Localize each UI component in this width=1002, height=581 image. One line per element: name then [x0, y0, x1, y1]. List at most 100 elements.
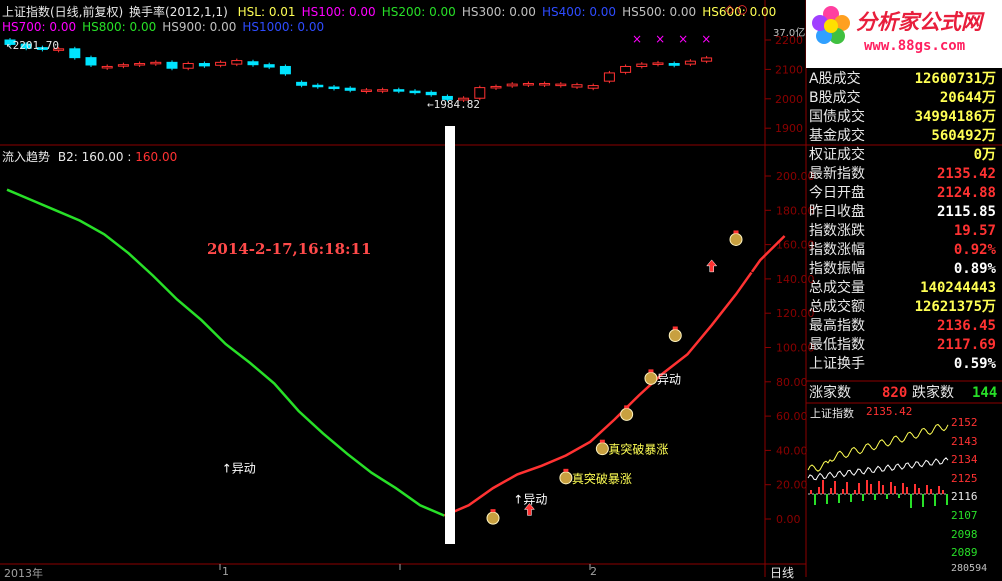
candle-body — [69, 48, 81, 59]
candle-body — [668, 63, 680, 66]
indicator-title: 流入趋势 — [2, 150, 51, 164]
mini-avg-line — [807, 423, 949, 472]
candle-body — [652, 62, 664, 65]
candle-body — [522, 83, 534, 86]
mini-bar — [842, 489, 844, 494]
logo-title: 分析家公式网 — [856, 10, 982, 34]
quote-label: 指数振幅 — [809, 261, 865, 277]
mini-axis-label: 2098 — [951, 527, 978, 541]
money-bag-icon — [729, 230, 743, 246]
x-marker: × — [678, 32, 689, 46]
quote-label: 昨日收盘 — [809, 204, 865, 220]
quote-value: 2117.69 — [936, 337, 996, 353]
candle-body — [101, 65, 113, 69]
mini-bar — [910, 494, 912, 508]
x-axis-label-feb: 2 — [590, 565, 597, 578]
candle-body — [539, 83, 551, 86]
signal-marker — [729, 230, 743, 246]
volume-cut-label: 37.0亿 — [773, 28, 806, 39]
quote-label: 最低指数 — [809, 337, 865, 353]
signal-label: 真突破暴涨 — [535, 503, 595, 518]
mini-chart-value: 2135.42 — [866, 405, 913, 418]
candle-body — [506, 83, 518, 87]
quote-value: 12600731万 — [914, 71, 996, 87]
breadth-row: 涨家数 820 跌家数 144 — [806, 383, 1000, 403]
mini-bar — [866, 480, 868, 494]
header-item: HS100: 0.00 — [301, 5, 376, 19]
timestamp-annotation: 2014-2-17,16:18:11 — [207, 240, 372, 258]
quote-row: 最低指数 2117.69 — [806, 336, 1000, 355]
header-item: HS1000: 0.00 — [242, 20, 325, 34]
money-bag-icon — [595, 439, 609, 456]
mini-bar — [946, 494, 948, 505]
signal-marker: ↑异动 — [222, 462, 256, 476]
quote-label: 最新指数 — [809, 166, 865, 182]
indicator-name: 换手率(2012,1,1) — [129, 5, 228, 19]
low-price-value: 1984.82 — [433, 98, 480, 111]
y-tick-label: 2000 — [775, 93, 803, 106]
signal-label: 异动 — [657, 372, 681, 386]
candle-body — [150, 61, 162, 65]
low-price-label: ←1984.82 — [427, 98, 480, 111]
upper-price-axis: 2200210020001900 — [765, 34, 803, 135]
money-bag-icon — [486, 509, 500, 525]
quote-value: 140244443 — [920, 280, 996, 296]
period-tab[interactable]: 日线 — [770, 564, 794, 581]
quote-row: 昨日收盘 2115.85 — [806, 203, 1000, 222]
decline-value: 144 — [972, 385, 998, 401]
header-item: HS200: 0.00 — [381, 5, 456, 19]
mini-bar — [854, 490, 856, 494]
quote-value: 0万 — [973, 147, 996, 163]
candle-body — [279, 65, 291, 75]
mini-bar — [894, 486, 896, 494]
mini-axis-label: 2152 — [951, 416, 978, 429]
mini-bar — [818, 487, 820, 494]
mini-bar — [870, 484, 872, 494]
signal-marker: 真突破暴涨 — [559, 468, 632, 486]
mini-axis-label: 2134 — [951, 453, 978, 467]
quote-label: A股成交 — [809, 71, 861, 87]
candle-body — [166, 61, 178, 69]
mini-bar — [902, 483, 904, 494]
mini-axis-label: 2089 — [951, 546, 978, 560]
candle-body — [425, 91, 437, 96]
money-bag-icon — [668, 326, 682, 342]
signal-marker: 异动 — [644, 369, 681, 386]
diamond-icon[interactable]: ◇ — [725, 2, 734, 16]
candle-body — [603, 72, 615, 82]
flower-logo-icon — [810, 4, 852, 46]
b2-label: B2: 160.00 — [57, 150, 124, 164]
mini-axis-label: 2116 — [951, 490, 978, 504]
y-tick-label: 40.00 — [776, 444, 808, 457]
signal-label: ↑异动 — [222, 462, 256, 476]
candle-body — [587, 85, 599, 89]
mini-chart-title: 上证指数 — [810, 407, 854, 420]
candle-body — [571, 84, 583, 88]
mini-bar — [934, 494, 936, 506]
mini-bar — [834, 481, 836, 494]
mini-bar — [838, 494, 840, 503]
quote-row: B股成交 20644万 — [806, 89, 1000, 108]
x-axis-label-jan: 1 — [222, 565, 229, 578]
candle-body — [360, 89, 372, 92]
x-axis-label-year: 2013年 — [4, 567, 43, 580]
b2-value: 160.00 — [135, 150, 178, 164]
site-logo[interactable]: 分析家公式网 www.88gs.com — [806, 0, 1002, 68]
quote-row: 今日开盘 2124.88 — [806, 184, 1000, 203]
header-item: HS900: 0.00 — [162, 20, 237, 34]
money-bag-icon — [644, 369, 658, 385]
quote-row: 最新指数 2135.42 — [806, 165, 1000, 184]
quote-row: 上证换手 0.59% — [806, 355, 1000, 374]
indicator-header: 流入趋势 B2: 160.00 : 160.00 — [2, 150, 178, 164]
mini-bar — [942, 490, 944, 494]
advance-value: 820 — [882, 385, 908, 401]
circle-icon[interactable]: ○ — [737, 2, 747, 16]
header-item: HS300: 0.00 — [461, 5, 536, 19]
mini-bar — [926, 485, 928, 494]
crosshair-cursor-bar[interactable] — [445, 126, 455, 544]
header-item: HS700: 0.00 — [2, 20, 77, 34]
mini-bar — [930, 489, 932, 494]
candle-body — [474, 87, 486, 99]
quote-value: 2135.42 — [936, 166, 996, 182]
mini-axis-label: 2143 — [951, 434, 978, 448]
